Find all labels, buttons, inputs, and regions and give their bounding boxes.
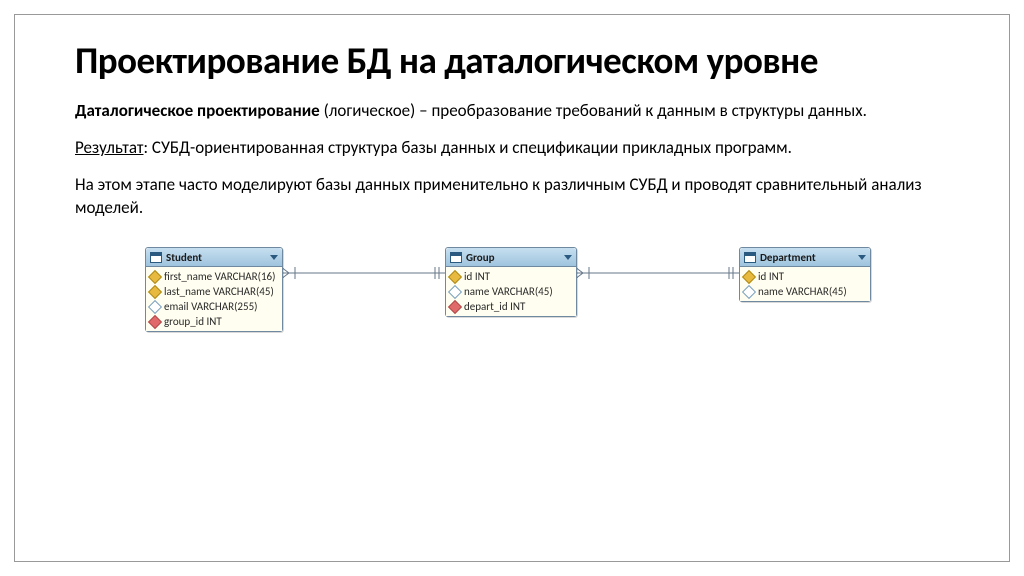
chevron-down-icon (858, 255, 866, 260)
er-diagram: Student first_name VARCHAR(16) last_name… (75, 233, 949, 393)
column-row: name VARCHAR(45) (744, 284, 866, 299)
key-icon (148, 270, 162, 284)
key-icon (742, 270, 756, 284)
result-rest: : СУБД-ориентированная структура базы да… (144, 137, 792, 158)
entity-department-header: Department (740, 248, 870, 267)
fk-icon (448, 300, 462, 314)
definition-rest: (логическое) – преобразование требований… (320, 100, 867, 121)
entity-student: Student first_name VARCHAR(16) last_name… (145, 247, 283, 332)
column-icon (448, 285, 462, 299)
column-row: id INT (744, 269, 866, 284)
entity-group-name: Group (466, 251, 495, 264)
entity-student-header: Student (146, 248, 282, 267)
table-icon (150, 252, 162, 263)
definition-term: Даталогическое проектирование (75, 100, 320, 121)
table-icon (744, 252, 756, 263)
column-row: name VARCHAR(45) (450, 284, 572, 299)
column-row: email VARCHAR(255) (150, 299, 278, 314)
column-icon (742, 285, 756, 299)
key-icon (148, 285, 162, 299)
column-row: last_name VARCHAR(45) (150, 284, 278, 299)
column-row: group_id INT (150, 314, 278, 329)
slide-title: Проектирование БД на даталогическом уров… (75, 41, 949, 82)
entity-student-name: Student (166, 251, 202, 264)
entity-department: Department id INT name VARCHAR(45) (739, 247, 871, 302)
entity-department-name: Department (760, 251, 816, 264)
stage-paragraph: На этом этапе часто моделируют базы данн… (75, 174, 949, 220)
column-row: first_name VARCHAR(16) (150, 269, 278, 284)
slide: Проектирование БД на даталогическом уров… (14, 14, 1010, 562)
result-label: Результат (75, 137, 144, 158)
column-row: depart_id INT (450, 299, 572, 314)
entity-group-header: Group (446, 248, 576, 267)
table-icon (450, 252, 462, 263)
entity-group: Group id INT name VARCHAR(45) (445, 247, 577, 317)
chevron-down-icon (270, 255, 278, 260)
chevron-down-icon (564, 255, 572, 260)
fk-icon (148, 315, 162, 329)
result-paragraph: Результат: СУБД-ориентированная структур… (75, 137, 949, 160)
key-icon (448, 270, 462, 284)
column-icon (148, 300, 162, 314)
column-row: id INT (450, 269, 572, 284)
definition-paragraph: Даталогическое проектирование (логическо… (75, 100, 949, 123)
